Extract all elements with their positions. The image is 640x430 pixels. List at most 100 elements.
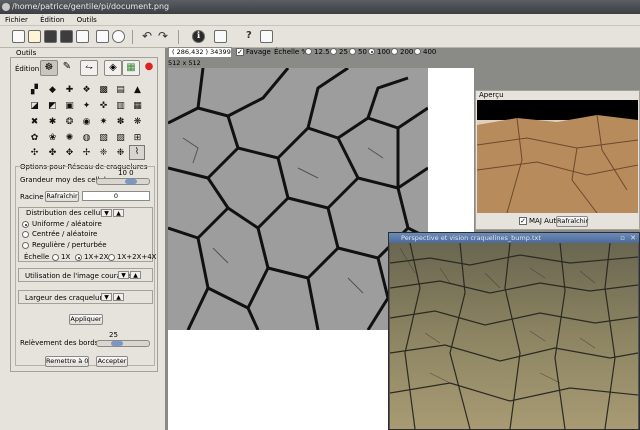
view3d-titlebar[interactable]: Perspective et vision craquelines_bump.t…	[389, 233, 639, 243]
favage-checkbox[interactable]: ✓	[236, 48, 244, 56]
coords-readout: ( 286,432 ) 34399	[168, 47, 232, 58]
zoom-200-radio[interactable]	[391, 48, 398, 55]
zoom-400-label: 400	[423, 48, 437, 56]
undo-icon[interactable]: ↶	[142, 29, 152, 43]
tool-icon[interactable]: ▞	[28, 84, 41, 96]
tool-icon[interactable]: ◍	[80, 132, 93, 144]
swirl-tool-icon[interactable]: ☸	[40, 60, 58, 76]
tool-icon[interactable]: ▦	[131, 100, 144, 112]
open-icon[interactable]	[28, 30, 41, 43]
screenshot-icon[interactable]	[260, 30, 273, 43]
echelle-1x-radio[interactable]	[52, 254, 59, 261]
tool-icon[interactable]: ❋	[131, 116, 144, 128]
collapse-icon[interactable]: ▲	[130, 271, 141, 279]
crack-tool-icon[interactable]: ⌇	[129, 145, 145, 160]
redo-icon[interactable]: ↷	[158, 29, 168, 43]
tool-icon[interactable]: ◪	[28, 100, 41, 112]
camera-icon[interactable]	[214, 30, 227, 43]
relevement-slider[interactable]	[96, 340, 150, 347]
expand-icon[interactable]: ▼	[118, 271, 129, 279]
tool-icon[interactable]: ✤	[46, 147, 59, 159]
preview-refresh-button[interactable]: Rafraîchir	[556, 216, 588, 227]
dist-reguliere-radio[interactable]	[22, 242, 29, 249]
palette-icon[interactable]: ◈	[104, 60, 122, 76]
tool-icon[interactable]: ✖	[28, 116, 41, 128]
tool-icon[interactable]: ▤	[114, 84, 127, 96]
grandeur-value: 10 0	[118, 169, 134, 177]
tool-icon[interactable]: ✥	[63, 147, 76, 159]
window-menu-icon[interactable]	[2, 3, 10, 11]
slider-knob[interactable]	[125, 179, 137, 184]
tool-icon[interactable]: ✽	[114, 116, 127, 128]
tool-icon[interactable]: ✷	[97, 116, 110, 128]
tool-icon[interactable]: ✺	[63, 132, 76, 144]
expand-icon[interactable]: ▼	[101, 293, 112, 301]
view3d-render[interactable]	[390, 243, 638, 429]
help-icon[interactable]: ?	[246, 29, 252, 43]
dist-uniforme-radio[interactable]	[22, 221, 29, 228]
zoom-50-radio[interactable]	[349, 48, 356, 55]
zoom-200-label: 200	[400, 48, 414, 56]
tool-icon[interactable]: ▲	[131, 84, 144, 96]
tool-icon[interactable]: ✢	[80, 147, 93, 159]
info-icon[interactable]	[112, 30, 125, 43]
tool-icon[interactable]: ✣	[28, 147, 41, 159]
dist-centree-label: Centrée / aléatoire	[32, 230, 98, 238]
tool-icon[interactable]: ◉	[80, 116, 93, 128]
tool-icon[interactable]: ◆	[46, 84, 59, 96]
collapse-icon[interactable]: ▲	[113, 209, 124, 217]
tool-icon[interactable]: ✱	[46, 116, 59, 128]
close-icon[interactable]: ✕	[630, 233, 636, 243]
save-as-icon[interactable]	[60, 30, 73, 43]
record-icon[interactable]: ●	[140, 60, 158, 76]
tool-icon[interactable]: ❀	[46, 132, 59, 144]
tool-icon[interactable]: ▧	[97, 132, 110, 144]
accepter-button[interactable]: Accepter	[96, 356, 128, 367]
tool-icon[interactable]: ❖	[80, 84, 93, 96]
info2-icon[interactable]: ℹ	[192, 30, 205, 43]
tool-icon[interactable]: ▨	[114, 132, 127, 144]
tool-icon[interactable]: ✦	[80, 100, 93, 112]
expand-icon[interactable]: ▼	[101, 209, 112, 217]
tool-icon[interactable]: ▥	[114, 100, 127, 112]
preview-title: Aperçu	[479, 91, 504, 99]
maj-auto-checkbox[interactable]: ✓	[519, 217, 527, 225]
zoom-100-radio[interactable]	[368, 48, 375, 55]
pencil-icon[interactable]: ✎	[58, 60, 76, 76]
reset-button[interactable]: Remettre à 0	[45, 356, 89, 367]
grandeur-slider[interactable]	[96, 178, 150, 185]
menu-fichier[interactable]: Fichier	[0, 14, 33, 26]
tool-icon[interactable]: ⊞	[131, 132, 144, 144]
tool-icon[interactable]: ❂	[63, 116, 76, 128]
zoom-12-radio[interactable]	[305, 48, 312, 55]
dist-uniforme-label: Uniforme / aléatoire	[32, 220, 102, 228]
tool-icon[interactable]: ◩	[46, 100, 59, 112]
export-icon[interactable]	[76, 30, 89, 43]
echelle-2x-radio[interactable]	[75, 254, 82, 261]
save-icon[interactable]	[44, 30, 57, 43]
tool-icon[interactable]: ✜	[97, 100, 110, 112]
menu-bar: Fichier Édition Outils	[0, 14, 640, 26]
zoom-25-radio[interactable]	[330, 48, 337, 55]
appliquer-button[interactable]: Appliquer	[69, 314, 103, 325]
menu-edition[interactable]: Édition	[35, 14, 69, 26]
tool-icon[interactable]: ✚	[63, 84, 76, 96]
slider-knob[interactable]	[111, 341, 123, 346]
tool-icon[interactable]: ▣	[63, 100, 76, 112]
menu-outils[interactable]: Outils	[72, 14, 102, 26]
new-icon[interactable]	[12, 30, 25, 43]
collapse-icon[interactable]: ▲	[113, 293, 124, 301]
print-icon[interactable]	[96, 30, 109, 43]
dist-centree-radio[interactable]	[22, 231, 29, 238]
tool-icon[interactable]: ❉	[114, 147, 127, 159]
color-tool-icon[interactable]: ▦	[122, 60, 140, 76]
vector-tool-icon[interactable]: ⥊	[80, 60, 98, 76]
racine-input[interactable]: 0	[82, 191, 150, 201]
tool-icon[interactable]: ▩	[97, 84, 110, 96]
tool-icon[interactable]: ✿	[28, 132, 41, 144]
echelle-4x-radio[interactable]	[108, 254, 115, 261]
minimize-icon[interactable]: ▫	[620, 233, 625, 243]
tool-icon[interactable]: ❈	[97, 147, 110, 159]
zoom-400-radio[interactable]	[414, 48, 421, 55]
racine-refresh-button[interactable]: Rafraîchir	[45, 191, 79, 202]
